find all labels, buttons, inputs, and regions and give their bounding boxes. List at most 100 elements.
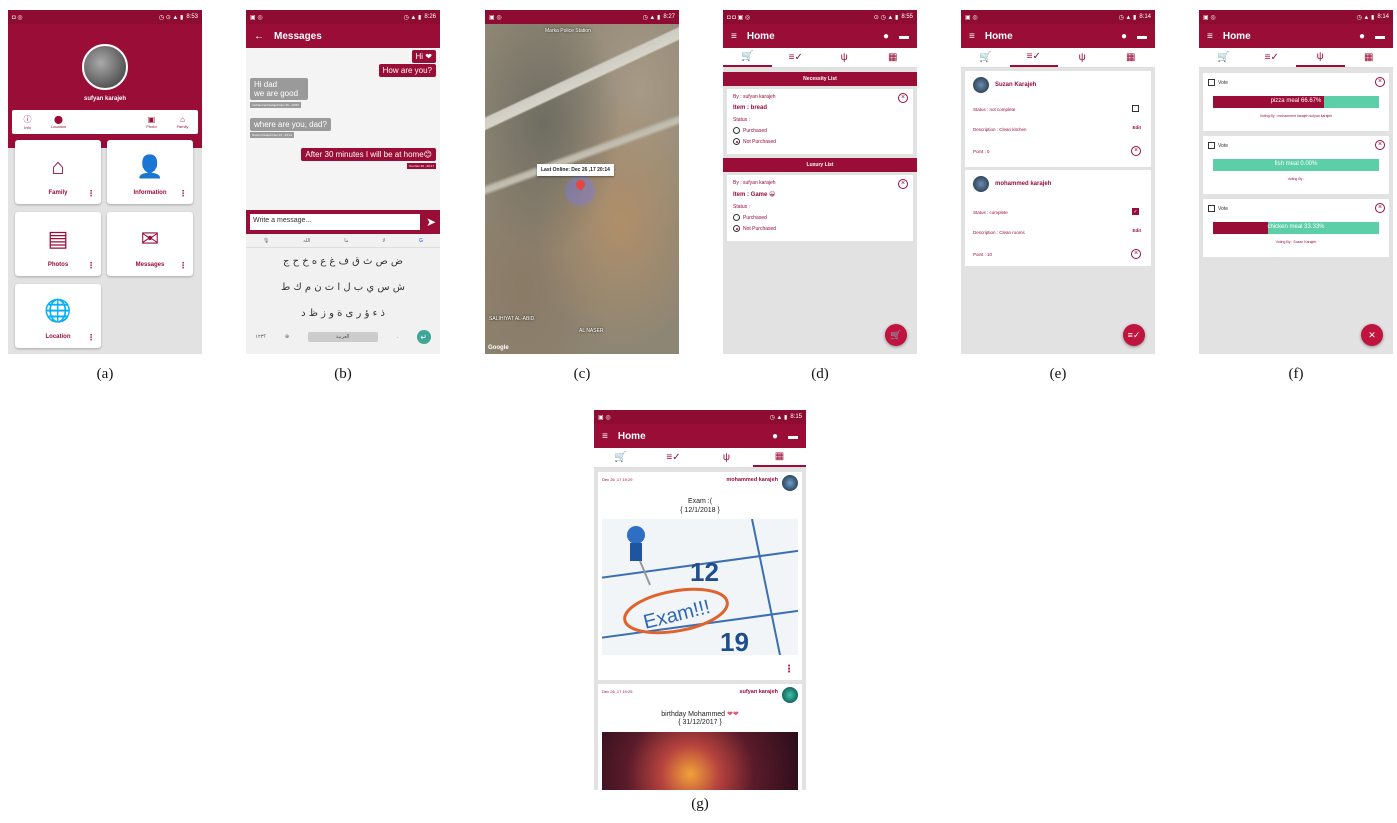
tab-events[interactable]: ▦: [1345, 48, 1394, 67]
page-title: Home: [617, 430, 646, 442]
message-input[interactable]: Write a message...: [250, 214, 420, 230]
more-icon[interactable]: ⋮: [87, 261, 95, 270]
location-pin-icon[interactable]: ●: [883, 31, 889, 42]
vote-checkbox[interactable]: Vote: [1208, 142, 1228, 149]
numbers-key[interactable]: ؟١٢٣: [255, 334, 266, 340]
radio-purchased[interactable]: Purchased: [733, 214, 907, 221]
task-complete-checkbox[interactable]: [1132, 105, 1139, 112]
suggestion[interactable]: لا: [382, 238, 385, 244]
calendar-icon: ▦: [1126, 52, 1136, 63]
location-pin-icon[interactable]: ●: [1121, 31, 1127, 42]
tab-meals[interactable]: ψ: [1296, 48, 1345, 67]
satellite-map[interactable]: Marka Police Station Last Online: Dec 26…: [485, 24, 679, 354]
cart-icon: 🛒: [614, 452, 627, 463]
tab-events[interactable]: ▦: [753, 448, 806, 467]
more-icon[interactable]: ⋮: [87, 189, 95, 198]
radio-not-purchased[interactable]: Not Purchased: [733, 138, 907, 145]
keyboard-row[interactable]: ش س ي ب ل ا ت ن م ك ط: [246, 274, 440, 300]
suggestion[interactable]: ما: [344, 238, 348, 244]
more-icon[interactable]: ⋮: [87, 333, 95, 342]
tab-shopping[interactable]: 🛒: [961, 48, 1010, 67]
svg-text:12: 12: [690, 557, 719, 587]
suggestion[interactable]: الله: [303, 238, 310, 244]
task-status: Status : not complete: [973, 107, 1016, 112]
quick-photo[interactable]: ▣ Photo: [136, 110, 167, 134]
edit-button[interactable]: Edit: [1133, 228, 1142, 233]
chat-icon[interactable]: ▬: [788, 431, 798, 442]
quick-family[interactable]: ⌂ Family: [167, 110, 198, 134]
mic-icon[interactable]: 🎙: [263, 238, 269, 244]
add-meal-button[interactable]: ✕: [1361, 324, 1383, 346]
poll-card: Vote × fish meal 0.00% Voting By :: [1203, 136, 1389, 194]
caption-d: (d): [811, 366, 829, 382]
status-time: 8:26: [424, 14, 436, 20]
delete-icon[interactable]: ×: [1375, 203, 1385, 213]
location-pin-icon[interactable]: ●: [1359, 31, 1365, 42]
edit-button[interactable]: Edit: [1133, 125, 1142, 130]
radio-not-purchased[interactable]: Not Purchased: [733, 225, 907, 232]
card-location[interactable]: 🌐 Location ⋮: [15, 284, 101, 348]
keyboard-row[interactable]: ذ ء ؤ ر ى ة و ز ظ د: [246, 300, 440, 326]
send-icon[interactable]: ➤: [426, 215, 436, 229]
radio-icon: [733, 225, 740, 232]
menu-icon[interactable]: ≡: [1207, 31, 1213, 42]
more-icon[interactable]: ⋮: [179, 261, 187, 270]
space-key[interactable]: العربية: [307, 332, 378, 342]
keyboard-row[interactable]: ض ص ث ق ف غ ع ه خ ح ج: [246, 248, 440, 274]
menu-icon[interactable]: ≡: [731, 31, 737, 42]
chat-icon[interactable]: ▬: [1375, 31, 1385, 42]
chat-icon[interactable]: ▬: [899, 31, 909, 42]
card-family[interactable]: ⌂ Family ⋮: [15, 140, 101, 204]
tab-shopping[interactable]: 🛒: [1199, 48, 1248, 67]
radio-purchased[interactable]: Purchased: [733, 127, 907, 134]
vote-label: Vote: [1218, 79, 1229, 86]
card-photos[interactable]: ▤ Photos ⋮: [15, 212, 101, 276]
delete-icon[interactable]: ×: [1131, 146, 1141, 156]
tab-tasks[interactable]: ≡✓: [772, 48, 821, 67]
tab-meals[interactable]: ψ: [820, 48, 869, 67]
screen-a: ◘ ◎ ◷ ⊙ ▲ ▮ 8:53 sufyan karajeh ⓘ Info ⬤ Lo…: [8, 10, 202, 354]
delete-icon[interactable]: ×: [898, 93, 908, 103]
vote-checkbox[interactable]: Vote: [1208, 205, 1228, 212]
vote-checkbox[interactable]: Vote: [1208, 79, 1228, 86]
enter-icon[interactable]: ↵: [416, 330, 431, 344]
back-arrow-icon[interactable]: ←: [254, 31, 264, 42]
delete-icon[interactable]: ×: [1131, 249, 1141, 259]
globe-icon[interactable]: ⊕: [285, 334, 289, 340]
tab-events[interactable]: ▦: [1107, 48, 1156, 67]
add-task-button[interactable]: ≡✓: [1123, 324, 1145, 346]
tab-shopping[interactable]: 🛒: [723, 48, 772, 67]
task-complete-checkbox[interactable]: ✓: [1132, 208, 1139, 215]
tab-tasks[interactable]: ≡✓: [1248, 48, 1297, 67]
tab-events[interactable]: ▦: [869, 48, 918, 67]
more-icon[interactable]: ⋮: [179, 189, 187, 198]
tab-tasks[interactable]: ≡✓: [647, 448, 700, 467]
tab-shopping[interactable]: 🛒: [594, 448, 647, 467]
chat-icon[interactable]: ▬: [1137, 31, 1147, 42]
map-label: Marka Police Station: [545, 28, 591, 34]
page-title: Home: [1222, 30, 1251, 42]
add-item-button[interactable]: 🛒: [885, 324, 907, 346]
period-key[interactable]: .: [396, 334, 397, 340]
card-information[interactable]: 👤 Information ⋮: [107, 140, 193, 204]
cutlery-icon: ψ: [722, 452, 731, 463]
tab-meals[interactable]: ψ: [700, 448, 753, 467]
google-icon[interactable]: G: [419, 238, 423, 244]
status-time: 8:27: [663, 14, 675, 20]
delete-icon[interactable]: ×: [898, 179, 908, 189]
more-icon[interactable]: ⋮: [784, 664, 794, 675]
delete-icon[interactable]: ×: [1375, 140, 1385, 150]
post-title: birthday Mohammed ❤❤: [598, 710, 802, 718]
item-by: By : sufyan karajeh: [733, 94, 776, 100]
tab-tasks[interactable]: ≡✓: [1009, 48, 1058, 67]
task-points: Point : 0: [973, 149, 990, 154]
profile-avatar[interactable]: [82, 44, 128, 90]
quick-info[interactable]: ⓘ Info: [12, 110, 43, 134]
quick-location[interactable]: ⬤ Location: [43, 110, 74, 134]
location-pin-icon[interactable]: ●: [772, 431, 778, 442]
tab-meals[interactable]: ψ: [1058, 48, 1107, 67]
menu-icon[interactable]: ≡: [969, 31, 975, 42]
card-messages[interactable]: ✉ Messages ⋮: [107, 212, 193, 276]
menu-icon[interactable]: ≡: [602, 431, 608, 442]
delete-icon[interactable]: ×: [1375, 77, 1385, 87]
